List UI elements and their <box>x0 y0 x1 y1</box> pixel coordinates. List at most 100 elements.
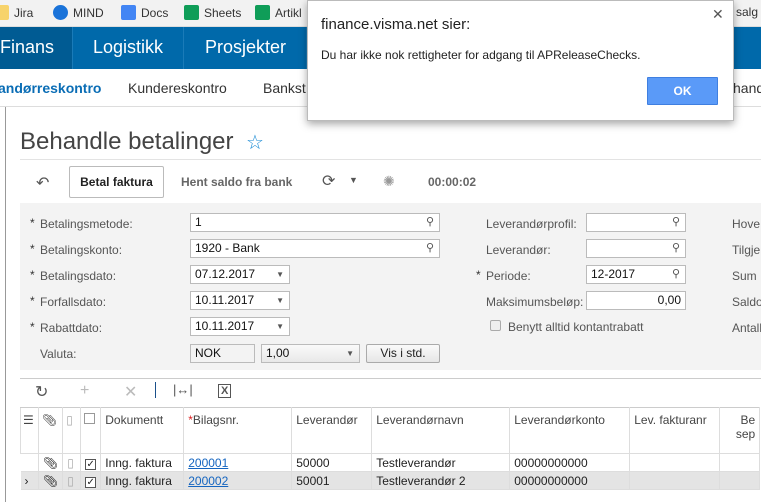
betalingsmetode-field[interactable]: 1 ⚲ <box>190 213 440 232</box>
dialog-message: Du har ikke nok rettigheter for adgang t… <box>321 48 641 62</box>
leverandor-field[interactable]: ⚲ <box>586 239 686 258</box>
page-title: Behandle betalinger <box>20 128 234 155</box>
header-bilagsnr[interactable]: *Bilagsnr. <box>183 407 293 454</box>
betal-faktura-button[interactable]: Betal faktura <box>69 166 164 198</box>
summary-label: Sum <box>732 269 757 283</box>
select-all-checkbox[interactable] <box>80 407 102 454</box>
bilagsnr-link[interactable]: 200001 <box>188 456 228 470</box>
sheets-icon <box>184 5 199 20</box>
leverandorprofil-field[interactable]: ⚲ <box>586 213 686 232</box>
nav-logistikk[interactable]: Logistikk <box>73 27 185 69</box>
fit-columns-icon[interactable]: |↔| <box>173 382 193 397</box>
cell-leverandor: 50001 <box>291 471 373 490</box>
required-marker: * <box>476 268 481 282</box>
cell-leverandorkonto: 00000000000 <box>509 453 631 472</box>
attachment-icon[interactable]: 📎︎ <box>38 471 64 490</box>
bookmark-docs[interactable]: Docs <box>121 5 168 20</box>
search-icon[interactable]: ⚲ <box>672 266 680 283</box>
bookmark-label: salg <box>736 5 759 19</box>
note-icon[interactable]: ▯ <box>62 453 82 472</box>
field-value: 1 <box>195 215 202 229</box>
bookmark-mind[interactable]: MIND <box>53 5 104 20</box>
row-indicator-icon: › <box>20 471 39 490</box>
required-marker: * <box>30 242 35 256</box>
header-betaling-separat[interactable]: Be sep <box>719 407 761 454</box>
search-icon[interactable]: ⚲ <box>672 214 680 231</box>
table-row[interactable]: 📎︎ ▯ ✓ Inng. faktura 200001 50000 Testle… <box>20 453 761 472</box>
cell-lev-fakturanr <box>629 453 721 472</box>
subnav-leverandorreskontro[interactable]: andørreskontro <box>0 80 101 96</box>
chevron-down-icon[interactable]: ▼ <box>276 292 284 309</box>
maksimumsbelop-label: Maksimumsbeløp: <box>486 295 584 309</box>
required-marker: * <box>30 320 35 334</box>
close-icon[interactable]: ✕ <box>712 6 724 23</box>
hent-saldo-button[interactable]: Hent saldo fra bank <box>181 175 292 189</box>
refresh-clock-icon[interactable]: ⟳ <box>322 171 335 191</box>
summary-label: Saldo <box>732 295 761 309</box>
add-row-icon[interactable]: + <box>80 382 89 400</box>
subnav-kundereskontro[interactable]: Kundereskontro <box>128 80 227 96</box>
search-icon[interactable]: ⚲ <box>426 240 434 257</box>
nav-prosjekter[interactable]: Prosjekter <box>185 27 308 69</box>
divider <box>20 159 761 160</box>
nav-finans[interactable]: Finans <box>0 27 73 69</box>
column-chooser-icon[interactable]: ☰ <box>20 407 39 454</box>
subnav-bank[interactable]: Bankst <box>263 80 306 96</box>
sheets-icon <box>255 5 270 20</box>
delete-row-icon[interactable]: ✕ <box>124 382 137 402</box>
cell-leverandornavn: Testleverandør <box>371 453 511 472</box>
table-row[interactable]: › 📎︎ ▯ ✓ Inng. faktura 200002 50001 Test… <box>20 471 761 490</box>
divider <box>5 107 6 502</box>
spinner-icon: ✺ <box>383 173 395 189</box>
attachment-icon[interactable]: 📎︎ <box>38 453 64 472</box>
maksimumsbelop-field[interactable]: 0,00 <box>586 291 686 310</box>
bookmark-artikl[interactable]: Artikl <box>255 5 302 20</box>
divider <box>155 382 156 398</box>
header-leverandor[interactable]: Leverandør <box>291 407 373 454</box>
rabattdato-field[interactable]: 10.11.2017 ▼ <box>190 317 290 336</box>
row-checkbox[interactable]: ✓ <box>80 471 102 490</box>
required-marker: * <box>30 268 35 282</box>
chevron-down-icon[interactable]: ▼ <box>276 318 284 335</box>
cell-bilagsnr[interactable]: 200001 <box>183 453 293 472</box>
subnav-handel[interactable]: hand <box>733 80 761 96</box>
ok-button[interactable]: OK <box>647 77 718 105</box>
cell-lev-fakturanr <box>629 471 721 490</box>
folder-icon <box>0 5 9 20</box>
kurs-dropdown[interactable]: 1,00 ▼ <box>261 344 360 363</box>
field-value: 1920 - Bank <box>195 241 260 255</box>
excel-export-icon[interactable]: X <box>218 384 232 398</box>
bookmark-salg[interactable]: salg <box>736 5 758 19</box>
note-icon[interactable]: ▯ <box>62 471 82 490</box>
valuta-label: Valuta: <box>40 347 77 361</box>
header-dokumenttype[interactable]: Dokumentt <box>100 407 185 454</box>
periode-field[interactable]: 12-2017 ⚲ <box>586 265 686 284</box>
header-leverandornavn[interactable]: Leverandørnavn <box>371 407 511 454</box>
undo-icon[interactable]: ↶ <box>36 173 49 193</box>
bookmark-sheets[interactable]: Sheets <box>184 5 241 20</box>
bilagsnr-link[interactable]: 200002 <box>188 474 228 488</box>
docs-icon <box>121 5 136 20</box>
field-value: 10.11.2017 <box>195 319 255 333</box>
header-leverandorkonto[interactable]: Leverandørkonto <box>509 407 631 454</box>
bookmark-label: Jira <box>14 5 34 20</box>
forfallsdato-field[interactable]: 10.11.2017 ▼ <box>190 291 290 310</box>
vis-i-std-button[interactable]: Vis i std. <box>366 344 440 363</box>
betalingskonto-field[interactable]: 1920 - Bank ⚲ <box>190 239 440 258</box>
betalingsdato-field[interactable]: 07.12.2017 ▼ <box>190 265 290 284</box>
cell-bilagsnr[interactable]: 200002 <box>183 471 293 490</box>
valuta-field: NOK <box>190 344 255 363</box>
bookmark-jira[interactable]: Jira <box>0 5 33 20</box>
cell-dokumenttype: Inng. faktura <box>100 453 185 472</box>
search-icon[interactable]: ⚲ <box>426 214 434 231</box>
header-lev-fakturanr[interactable]: Lev. fakturanr <box>629 407 721 454</box>
search-icon[interactable]: ⚲ <box>672 240 680 257</box>
leverandorprofil-label: Leverandørprofil: <box>486 217 577 231</box>
chevron-down-icon[interactable]: ▼ <box>276 266 284 283</box>
favorite-star-icon[interactable]: ☆ <box>246 130 264 155</box>
refresh-icon[interactable]: ↻ <box>35 382 48 402</box>
field-value: 07.12.2017 <box>195 267 256 281</box>
row-checkbox[interactable]: ✓ <box>80 453 102 472</box>
kontantrabatt-checkbox[interactable] <box>490 320 501 331</box>
chevron-down-icon[interactable]: ▼ <box>349 175 358 185</box>
